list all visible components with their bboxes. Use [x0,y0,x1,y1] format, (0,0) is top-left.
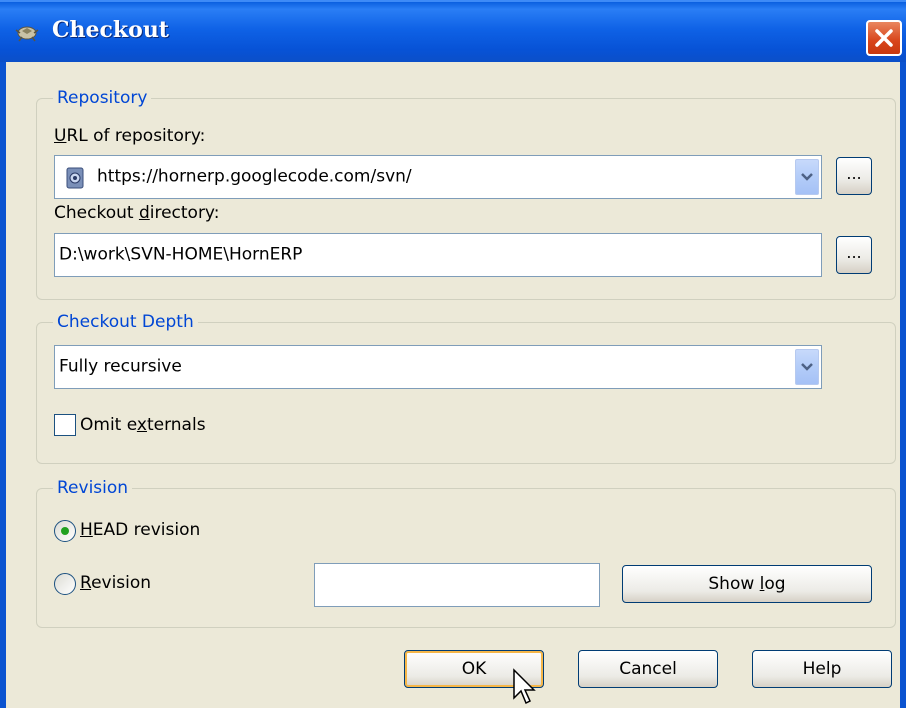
repository-legend: Repository [57,88,148,108]
revision-radio[interactable] [54,573,76,595]
close-icon [875,29,893,47]
url-combobox[interactable]: https://hornerp.googlecode.com/svn/ [54,155,822,199]
chevron-down-icon [801,363,813,371]
url-label: URL of repository: [54,126,206,146]
omit-externals-label: Omit externals [80,415,206,435]
revision-input[interactable] [314,563,600,607]
show-log-button[interactable]: Show log [622,565,872,603]
head-revision-label: HEAD revision [80,520,201,540]
browse-directory-button[interactable]: ... [836,236,872,274]
window-title: Checkout [52,17,169,43]
window-border-left [0,62,6,708]
cancel-button[interactable]: Cancel [578,650,718,688]
url-dropdown-button[interactable] [795,159,819,195]
revision-legend: Revision [57,478,129,498]
repository-icon [66,167,84,189]
omit-externals-checkbox[interactable] [54,414,76,436]
mouse-cursor-icon [513,668,536,705]
revision-label: Revision [80,573,152,593]
depth-value: Fully recursive [59,356,182,377]
chevron-down-icon [801,173,813,181]
tortoisesvn-icon [15,26,39,42]
title-bar: Checkout [0,0,906,62]
depth-select[interactable]: Fully recursive [54,345,822,389]
close-button[interactable] [866,20,902,56]
checkout-directory-value: D:\work\SVN-HOME\HornERP [59,244,303,265]
checkout-depth-legend: Checkout Depth [57,312,194,332]
browse-url-button[interactable]: ... [836,157,872,195]
depth-dropdown-button[interactable] [795,349,819,385]
help-button[interactable]: Help [752,650,892,688]
window-border-right [900,62,906,708]
checkout-directory-input[interactable]: D:\work\SVN-HOME\HornERP [54,233,822,277]
checkout-directory-label: Checkout directory: [54,203,220,223]
url-value: https://hornerp.googlecode.com/svn/ [97,166,412,187]
head-revision-radio[interactable] [54,520,76,542]
